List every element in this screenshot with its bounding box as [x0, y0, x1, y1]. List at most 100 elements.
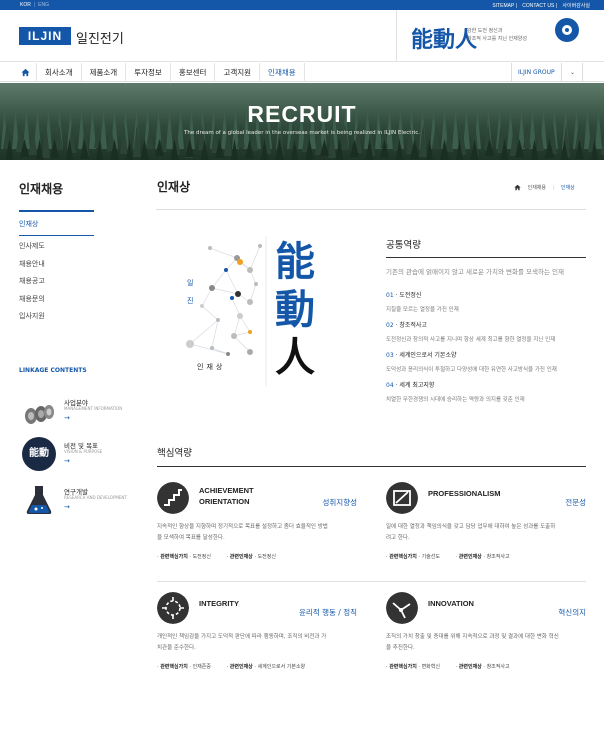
network-link: [201, 287, 213, 307]
contact-link[interactable]: CONTACT US: [522, 3, 554, 9]
arrow-right-icon: →: [64, 414, 70, 422]
sidebar-menu: 인사제도 채용안내 채용공고 채용문의 입사지원: [19, 241, 45, 329]
item-num: 02: [386, 322, 394, 329]
integrity-icon: [157, 592, 189, 624]
nav-item-recruit[interactable]: 인재채용: [259, 63, 305, 82]
network-node: [186, 340, 194, 348]
item-name: 창조적사고: [399, 322, 427, 329]
linkage-title: LINKAGE CONTENTS: [19, 367, 87, 374]
network-node: [226, 352, 230, 356]
linkage-rnd[interactable]: 연구개발 RESEARCH AND DEVELOPMENT →: [22, 483, 142, 521]
core-card-innovation: INNOVATION 혁신의지 조직의 가치 창출 및 증대를 위해 지속적으로…: [386, 592, 586, 692]
kanji-2: 動: [275, 286, 315, 333]
innovation-icon: [386, 592, 418, 624]
arrow-right-icon: →: [64, 457, 70, 465]
audit-link[interactable]: 사이버감사실: [562, 3, 590, 9]
network-node: [208, 246, 212, 250]
item-desc: 지칠줄 모르는 열정을 가진 인재: [386, 307, 459, 313]
head-gear-icon: [555, 18, 579, 42]
card-desc: 지속적인 향상을 지향하며 정기적으로 목표를 설정하고 좀더 효율적인 방법 을…: [157, 524, 328, 541]
common-divider: [386, 257, 586, 258]
core-card-professionalism: PROFESSIONALISM 전문성 일에 대한 열정과 책임의식을 갖고 담…: [386, 482, 586, 582]
card-title-en: ACHIEVEMENT ORIENTATION: [199, 486, 254, 506]
nav-item-investors[interactable]: 투자정보: [125, 63, 170, 82]
network-node: [200, 304, 204, 308]
group-label: ILJIN GROUP: [518, 69, 555, 76]
linkage-business[interactable]: 사업분야 MANAGEMENT INFORMATION →: [22, 394, 142, 432]
item-num: 01: [386, 292, 394, 299]
art-label: 인재상: [197, 363, 226, 371]
sitemap-link[interactable]: SITEMAP: [492, 3, 514, 9]
art-side-2: 진: [187, 297, 194, 305]
sidebar-item-guide[interactable]: 채용안내: [19, 259, 45, 277]
common-title: 공통역량: [386, 240, 421, 251]
common-item: 02 · 창조적사고 도전정신과 창의적 사고를 지니며 항상 세계 최고를 향…: [386, 322, 556, 343]
linkage-sub: RESEARCH AND DEVELOPMENT: [64, 495, 127, 500]
top-utility-bar: KOR | ENG SITEMAP | CONTACT US | 사이버감사실: [0, 0, 604, 10]
lang-eng-link[interactable]: ENG: [38, 2, 49, 8]
home-icon[interactable]: [514, 184, 521, 191]
common-item: 04 · 세계 최고지향 치열한 무한경쟁의 시대에 승리하는 역량과 의지를 …: [386, 382, 525, 403]
item-desc: 도덕성과 윤리의식이 투철하고 다양성에 대한 유연한 사고방식을 가진 인재: [386, 367, 557, 373]
card-title-en: INNOVATION: [428, 599, 474, 608]
hero-title: RECRUIT: [247, 101, 357, 127]
sidebar-item-apply[interactable]: 입사지원: [19, 311, 45, 329]
nav-item-products[interactable]: 제품소개: [80, 63, 126, 82]
slogan-text: 강한 도전 정신과 창조적 사고를 지닌 인재양성: [467, 27, 547, 43]
network-node: [237, 259, 243, 265]
item-desc: 도전정신과 창의적 사고를 지니며 항상 세계 최고를 향한 열정을 지닌 인재: [386, 337, 556, 343]
nav-item-company[interactable]: 회사소개: [36, 63, 81, 82]
item-num: 04: [386, 382, 394, 389]
sidebar-title: 인재채용: [19, 182, 64, 196]
common-desc: 기존의 관습에 얽매이지 않고 새로운 가치와 변화를 모색하는 인재: [386, 268, 564, 276]
item-num: 03: [386, 352, 394, 359]
common-item: 03 · 세계인으로서 기본소양 도덕성과 윤리의식이 투철하고 다양성에 대한…: [386, 352, 557, 373]
sidebar-item-notice[interactable]: 채용공고: [19, 276, 45, 294]
arrow-right-icon: →: [64, 503, 70, 511]
breadcrumb-item[interactable]: 인재채용: [528, 185, 546, 191]
lang-kor-link[interactable]: KOR: [20, 2, 31, 8]
card-title-kr: 성취지향성: [322, 498, 358, 507]
network-node: [235, 291, 241, 297]
sidebar-item-active[interactable]: 인재상: [19, 210, 94, 236]
chevron-down-icon[interactable]: ⌄: [561, 63, 583, 82]
card-title-kr: 전문성: [565, 498, 586, 507]
page-title: 인재상: [157, 180, 191, 194]
card-desc: 조직의 가치 창출 및 증대를 위해 지속적으로 과정 및 결과에 대한 변화 …: [386, 634, 559, 651]
nav-item-support[interactable]: 고객지원: [214, 63, 259, 82]
sidebar-item-inquiry[interactable]: 채용문의: [19, 294, 45, 312]
network-node: [237, 313, 243, 319]
item-name: 세계 최고지향: [399, 382, 435, 389]
network-link: [211, 269, 227, 289]
network-node: [209, 285, 215, 291]
card-tags: · 관련핵심가치 · 변화혁신 · 관련인재상 · 창조적사고: [386, 664, 510, 670]
utility-links: SITEMAP | CONTACT US | 사이버감사실: [492, 3, 590, 9]
cable-reel-icon: [25, 405, 54, 424]
language-switcher: KOR | ENG: [20, 2, 49, 8]
network-node: [247, 267, 253, 273]
network-node: [248, 330, 252, 334]
card-desc: 개인적인 책임감을 가지고 도덕적 판단에 따라 행동하며, 조직의 비전과 가…: [157, 634, 327, 651]
network-link: [249, 245, 261, 271]
core-divider: [157, 466, 586, 467]
iljin-group-dropdown[interactable]: ILJIN GROUP ⌄: [511, 63, 583, 82]
network-node: [254, 282, 258, 286]
stairs-icon: [157, 482, 189, 514]
network-node: [231, 333, 237, 339]
company-name[interactable]: 일진전기: [76, 28, 124, 47]
card-title-en: INTEGRITY: [199, 599, 240, 608]
card-row-divider: [157, 581, 586, 582]
sidebar-item-hr-system[interactable]: 인사제도: [19, 241, 45, 259]
flask-icon: [26, 486, 52, 514]
network-node: [247, 349, 253, 355]
linkage-vision[interactable]: 能動 비전 및 목표 VISION & PURPOSE →: [22, 437, 142, 475]
home-icon[interactable]: [21, 68, 30, 77]
iljin-logo[interactable]: ILJIN: [19, 27, 71, 45]
kanji-3: 人: [275, 334, 315, 381]
card-title-en: PROFESSIONALISM: [428, 489, 501, 498]
hero-subtitle: The dream of a global leader in the over…: [183, 130, 421, 136]
nav-item-pr[interactable]: 홍보센터: [169, 63, 215, 82]
title-divider: [156, 209, 586, 210]
core-title: 핵심역량: [157, 448, 192, 459]
kanji-title: 能 動 人: [275, 238, 325, 382]
